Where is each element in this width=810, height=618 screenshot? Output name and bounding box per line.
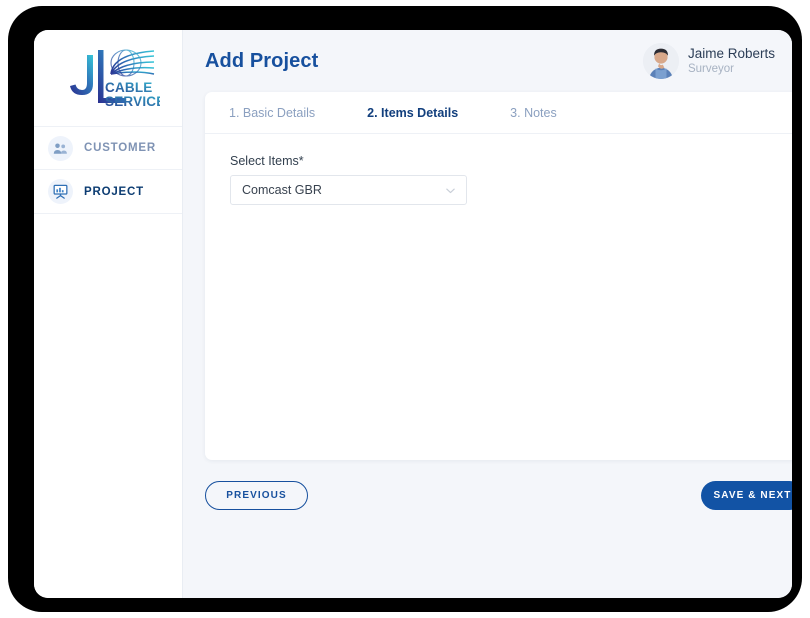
app-screen: CABLE SERVICES CUSTOMER	[34, 30, 792, 598]
select-items-value: Comcast GBR	[242, 183, 322, 197]
sidebar-item-project[interactable]: PROJECT	[34, 170, 182, 214]
user-name: Jaime Roberts	[687, 45, 775, 61]
svg-text:SERVICES: SERVICES	[105, 94, 160, 109]
user-role: Surveyor	[687, 63, 734, 76]
cable-fan-logo-icon: CABLE SERVICES	[70, 49, 160, 109]
svg-text:CABLE: CABLE	[105, 80, 153, 95]
tab-bar: 1. Basic Details 2. Items Details 3. Not…	[205, 92, 792, 134]
select-items-field: Select Items* Comcast GBR	[205, 134, 792, 205]
page-title: Add Project	[205, 49, 319, 72]
sidebar-item-customer[interactable]: CUSTOMER	[34, 126, 182, 170]
footer-actions: PREVIOUS SAVE & NEXT	[205, 481, 792, 510]
save-next-button[interactable]: SAVE & NEXT	[701, 481, 792, 510]
avatar	[642, 43, 679, 79]
top-bar: Add Project Jaime Roberts Surveyor	[183, 30, 792, 92]
people-group-icon	[48, 135, 73, 161]
user-profile-chip[interactable]: Jaime Roberts Surveyor	[642, 43, 775, 79]
sidebar: CABLE SERVICES CUSTOMER	[34, 30, 183, 598]
presentation-board-icon	[48, 179, 73, 204]
tab-notes[interactable]: 3. Notes	[510, 106, 557, 120]
select-items-dropdown[interactable]: Comcast GBR	[230, 175, 467, 205]
user-text-block: Jaime Roberts Surveyor	[688, 46, 775, 76]
chevron-down-icon	[446, 188, 455, 193]
sidebar-item-label: CUSTOMER	[84, 142, 156, 154]
tab-basic-details[interactable]: 1. Basic Details	[229, 106, 315, 120]
main-content: Add Project Jaime Roberts Surveyor 1. Ba…	[183, 30, 792, 598]
select-items-label: Select Items*	[230, 154, 304, 168]
form-card: 1. Basic Details 2. Items Details 3. Not…	[205, 92, 792, 460]
brand-logo: CABLE SERVICES	[34, 30, 182, 126]
device-bezel: CABLE SERVICES CUSTOMER	[8, 6, 802, 612]
previous-button[interactable]: PREVIOUS	[205, 481, 308, 510]
tab-items-details[interactable]: 2. Items Details	[367, 106, 458, 120]
sidebar-item-label: PROJECT	[84, 185, 144, 198]
